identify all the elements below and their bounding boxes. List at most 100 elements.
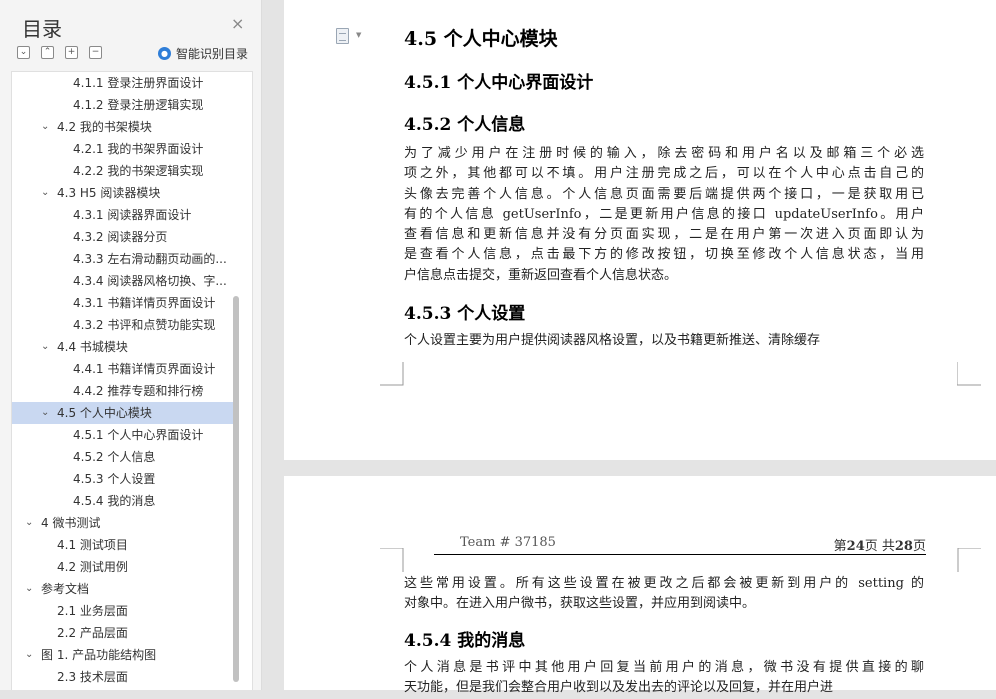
toc-tree: 4.1.1 登录注册界面设计 4.1.2 登录注册逻辑实现 ⌄ 4.2 我的书架模块 4… — [11, 71, 253, 690]
toc-item[interactable]: 4.2 测试用例 — [12, 556, 234, 578]
toc-item[interactable]: 4.1.2 登录注册逻辑实现 — [12, 94, 234, 116]
document-page: ▼ 4.5 个人中心模块 4.5.1 个人中心界面设计 4.5.2 个人信息 为… — [284, 0, 996, 460]
crop-mark — [957, 548, 981, 572]
heading-4-5-3: 4.5.3 个人设置 — [404, 304, 526, 324]
toc-item[interactable]: ⌄ 参考文档 — [12, 578, 234, 600]
toc-item[interactable]: 2.2 产品层面 — [12, 622, 234, 644]
toc-item-label: 4.3.1 书籍详情页界面设计 — [73, 296, 216, 310]
toc-item-label: 4.3.2 阅读器分页 — [73, 230, 168, 244]
toc-title: 目录 — [22, 17, 62, 41]
toc-item[interactable]: 4.4.1 书籍详情页界面设计 — [12, 358, 234, 380]
toc-item-label: 4 微书测试 — [41, 516, 101, 530]
toc-item-label: 参考文档 — [41, 582, 90, 596]
paragraph-line: 有的个人信息 getUserInfo，二是更新用户信息的接口 updateUse… — [404, 206, 924, 222]
heading-4-5-1: 4.5.1 个人中心界面设计 — [404, 73, 594, 93]
expand-all-icon[interactable]: ⌄ — [17, 46, 30, 59]
chevron-down-icon[interactable]: ⌄ — [41, 402, 49, 424]
chevron-down-icon[interactable]: ▼ — [356, 31, 361, 39]
chevron-down-icon[interactable]: ⌄ — [25, 644, 33, 666]
toc-item-label: 2.3 技术层面 — [57, 670, 128, 684]
toc-item-label: 4.5.4 我的消息 — [73, 494, 156, 508]
chevron-down-icon[interactable]: ⌄ — [41, 182, 49, 204]
toc-item-label: 4.5.1 个人中心界面设计 — [73, 428, 204, 442]
toc-item-label: 4.3.1 阅读器界面设计 — [73, 208, 192, 222]
toc-item-label: 4.1 测试项目 — [57, 538, 128, 552]
toc-item[interactable]: ⌄ 4 微书测试 — [12, 512, 234, 534]
heading-4-5: 4.5 个人中心模块 — [404, 28, 558, 50]
toc-item-label: 4.4.1 书籍详情页界面设计 — [73, 362, 216, 376]
toc-item-label: 4.4.2 推荐专题和排行榜 — [73, 384, 204, 398]
toc-item-label: 2.2 产品层面 — [57, 626, 128, 640]
toc-item[interactable]: 4.2.1 我的书架界面设计 — [12, 138, 234, 160]
toc-item-label: 图 1. 产品功能结构图 — [41, 648, 157, 662]
paragraph-line: 个人消息是书评中其他用户回复当前用户的消息，微书没有提供直接的聊 — [404, 660, 924, 675]
toc-item-label: 4.3 H5 阅读器模块 — [57, 186, 161, 200]
toc-item-label: 4.5.2 个人信息 — [73, 450, 156, 464]
heading-4-5-4: 4.5.4 我的消息 — [404, 631, 526, 651]
toc-item[interactable]: ⌄ 4.4 书城模块 — [12, 336, 234, 358]
paragraph-my-messages: 个人消息是书评中其他用户回复当前用户的消息，微书没有提供直接的聊 天功能，但是我们… — [404, 658, 924, 699]
toc-item[interactable]: 4.1.1 登录注册界面设计 — [12, 72, 234, 94]
paragraph-line: 为了减少用户在注册时候的输入，除去密码和用户名以及邮箱三个必选 — [404, 146, 924, 161]
toc-item[interactable]: 4.5.4 我的消息 — [12, 490, 234, 512]
toc-item-label: 4.2 我的书架模块 — [57, 120, 152, 134]
toc-item[interactable]: 4.3.3 左右滑动翻页动画的... — [12, 248, 234, 270]
toc-item[interactable]: 2.3 技术层面 — [12, 666, 234, 688]
header-team-number: Team # 37185 — [460, 535, 556, 550]
toc-item-label: 4.2.2 我的书架逻辑实现 — [73, 164, 204, 178]
paragraph-settings-continued: 这些常用设置。所有这些设置在被更改之后都会被更新到用户的 setting 的对象… — [404, 574, 924, 615]
document-icon[interactable] — [336, 28, 349, 44]
chevron-down-icon[interactable]: ⌄ — [41, 336, 49, 358]
toc-item[interactable]: 4.3.2 阅读器分页 — [12, 226, 234, 248]
collapse-all-icon[interactable]: ⌃ — [41, 46, 54, 59]
toc-item-label: 4.1.2 登录注册逻辑实现 — [73, 98, 204, 112]
paragraph-line: 户信息点击提交，重新返回查看个人信息状态。 — [404, 267, 678, 283]
smart-toc-button[interactable]: ● 智能识别目录 — [158, 44, 248, 62]
toc-item[interactable]: 4.5.3 个人设置 — [12, 468, 234, 490]
paragraph-line: 个人设置主要为用户提供阅读器风格设置，以及书籍更新推送、清除缓存 — [404, 333, 821, 348]
paragraph-personal-settings: 个人设置主要为用户提供阅读器风格设置，以及书籍更新推送、清除缓存 — [404, 331, 924, 351]
toc-item-label: 4.4 书城模块 — [57, 340, 128, 354]
toc-item[interactable]: 4.2.2 我的书架逻辑实现 — [12, 160, 234, 182]
crop-mark — [380, 362, 404, 386]
toc-scrollbar[interactable] — [233, 296, 239, 682]
toc-item-label: 4.1.1 登录注册界面设计 — [73, 76, 204, 90]
paragraph-line: 是查看个人信息，点击最下方的修改按钮，切换至修改个人信息状态，当用 — [404, 247, 924, 263]
close-icon[interactable]: × — [231, 15, 244, 33]
chevron-down-icon[interactable]: ⌄ — [25, 578, 33, 600]
paragraph-line: 查看信息和更新信息并没有分页面实现，二是在用户第一次进入页面即认为 — [404, 227, 924, 243]
toc-item[interactable]: 4.3.4 阅读器风格切换、字... — [12, 270, 234, 292]
toc-sidebar: 目录 × ⌄ ⌃ + − ● 智能识别目录 4.1.1 登录注册界面设计 4.1.… — [0, 0, 262, 690]
chevron-down-icon[interactable]: ⌄ — [25, 512, 33, 534]
toc-item[interactable]: ⌄ 4.2 我的书架模块 — [12, 116, 234, 138]
paragraph-line: 项之外，其他都可以不填。用户注册完成之后，可以在个人中心点击自己的 — [404, 166, 924, 182]
chevron-down-icon[interactable]: ⌄ — [41, 116, 49, 138]
toc-item-label: 2.1 业务层面 — [57, 604, 128, 618]
header-page-number: 第24页 共28页 — [833, 539, 926, 554]
toc-item[interactable]: 4.5.1 个人中心界面设计 — [12, 424, 234, 446]
toc-item-label: 4.3.2 书评和点赞功能实现 — [73, 318, 216, 332]
toc-item-label: 4.2.1 我的书架界面设计 — [73, 142, 204, 156]
toc-item[interactable]: 4.3.1 阅读器界面设计 — [12, 204, 234, 226]
toc-item-label: 4.5 个人中心模块 — [57, 406, 152, 420]
toc-item[interactable]: ⌄ 4.3 H5 阅读器模块 — [12, 182, 234, 204]
remove-heading-icon[interactable]: − — [89, 46, 102, 59]
toc-item[interactable]: 4.3.2 书评和点赞功能实现 — [12, 314, 234, 336]
toc-item[interactable]: 2.1 业务层面 — [12, 600, 234, 622]
paragraph-line: 天功能，但是我们会整合用户收到以及发出去的评论以及回复，并在用户进 — [404, 680, 834, 696]
toc-item[interactable]: ⌄ 图 1. 产品功能结构图 — [12, 644, 234, 666]
toc-item[interactable]: 4.3.1 书籍详情页界面设计 — [12, 292, 234, 314]
smart-recognize-icon: ● — [158, 46, 171, 60]
toc-item[interactable]: 4.1 测试项目 — [12, 534, 234, 556]
toc-item-label: 4.2 测试用例 — [57, 560, 128, 574]
toc-item[interactable]: ⌄ 4.5 个人中心模块 — [12, 402, 234, 424]
toc-item-label: 4.3.4 阅读器风格切换、字... — [73, 274, 227, 288]
paragraph-personal-info: 为了减少用户在注册时候的输入，除去密码和用户名以及邮箱三个必选 项之外，其他都可以… — [404, 144, 924, 286]
add-heading-icon[interactable]: + — [65, 46, 78, 59]
toc-item[interactable]: 4.4.2 推荐专题和排行榜 — [12, 380, 234, 402]
toc-item[interactable]: 4.5.2 个人信息 — [12, 446, 234, 468]
smart-toc-label: 智能识别目录 — [176, 46, 249, 61]
crop-mark — [957, 362, 981, 386]
paragraph-line: 这些常用设置。所有这些设置在被更改之后都会被更新到用户的 setting 的 — [404, 576, 924, 591]
paragraph-line: 头像去完善个人信息。个人信息页面需要后端提供两个接口，一是获取用已 — [404, 186, 924, 202]
